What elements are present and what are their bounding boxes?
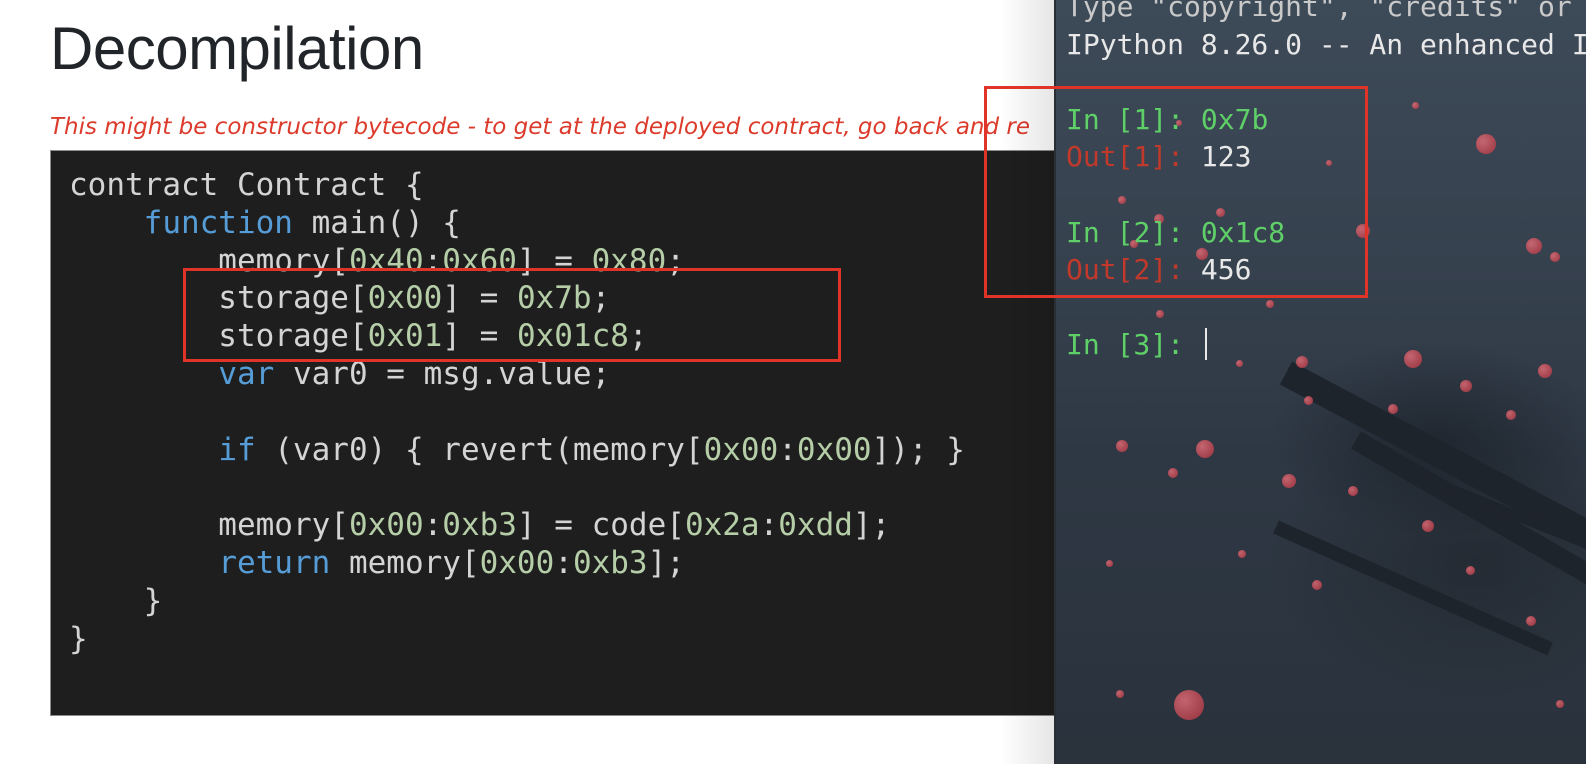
background-droplet [1312,580,1322,590]
code-line-segment: function [143,204,293,241]
background-droplet [1506,410,1516,420]
code-line-segment: } [69,620,88,657]
code-line-segment: : [554,544,573,581]
background-droplet [1116,690,1124,698]
terminal-line-segment: IPython 8.26.0 -- An enhanced In [1066,27,1586,61]
code-line-segment: contract Contract { [69,167,424,203]
code-line: if (var0) { revert(memory[0x00:0x00]); } [69,432,965,470]
background-droplet [1282,474,1296,488]
page-title: Decompilation [50,15,424,82]
code-line-segment: 0x2a [684,507,760,544]
background-droplet [1466,566,1475,575]
code-line-segment: : [423,507,443,544]
terminal-line: In [3]: [1066,326,1586,364]
code-line: } [69,621,965,659]
terminal-line-segment: Type "copyright", "credits" or [1066,0,1586,23]
code-line-segment [69,432,218,468]
code-line-segment: 0xdd [778,507,853,544]
code-line-segment: ]); } [871,431,965,468]
code-line-segment: if [218,431,256,468]
highlight-box-storage [183,268,841,362]
code-line-segment [69,205,144,241]
background-droplet [1106,560,1113,567]
code-line-segment [69,545,218,581]
code-line-segment: return [218,544,331,581]
code-line-segment: (var0) { revert(memory[ [255,431,704,468]
background-droplet [1304,396,1313,405]
background-droplet [1422,520,1434,532]
background-droplet [1196,440,1214,458]
background-droplet [1556,700,1564,708]
code-line-segment: ]; [852,507,891,544]
code-line: function main() { [69,205,965,243]
code-line-segment: 0x00 [479,544,555,581]
background-droplet [1460,380,1472,392]
code-line: return memory[0x00:0xb3]; [69,545,965,583]
code-line-segment: : [778,431,797,468]
code-line-segment: 0x00 [348,507,424,544]
terminal-line-segment: In [3]: [1066,328,1201,362]
highlight-box-outputs [984,86,1368,298]
code-line-segment: main() { [292,204,461,241]
background-droplet [1348,486,1358,496]
background-droplet [1116,440,1128,452]
background-droplet [1238,550,1246,558]
terminal-line: IPython 8.26.0 -- An enhanced In [1066,26,1586,64]
code-line: contract Contract { [69,167,965,205]
terminal-line: Type "copyright", "credits" or [1066,0,1586,26]
background-droplet [1168,468,1178,478]
code-line: memory[0x00:0xb3] = code[0x2a:0xdd]; [69,507,965,545]
background-droplet [1388,404,1398,414]
text-cursor [1204,328,1207,361]
code-line-segment: 0x00 [703,431,779,468]
code-line-segment: ] = code[ [516,507,685,544]
background-droplet [1174,690,1204,720]
code-content: contract Contract { function main() { me… [69,167,965,658]
constructor-warning: This might be constructor bytecode - to … [50,114,1031,140]
code-line-segment: 0xb3 [572,544,648,581]
code-line-segment: ]; [647,544,685,581]
code-line-segment: memory[ [330,544,480,581]
decompiled-code-block: contract Contract { function main() { me… [50,150,1070,716]
background-droplet [1526,616,1536,626]
code-line-segment: } [69,582,163,619]
code-line: } [69,583,965,621]
code-line-segment: 0xb3 [442,507,517,544]
code-line-segment: 0x00 [796,431,872,468]
background-droplet [1538,364,1552,378]
code-line-segment: memory[ [69,507,349,544]
code-line-segment: : [759,507,779,544]
